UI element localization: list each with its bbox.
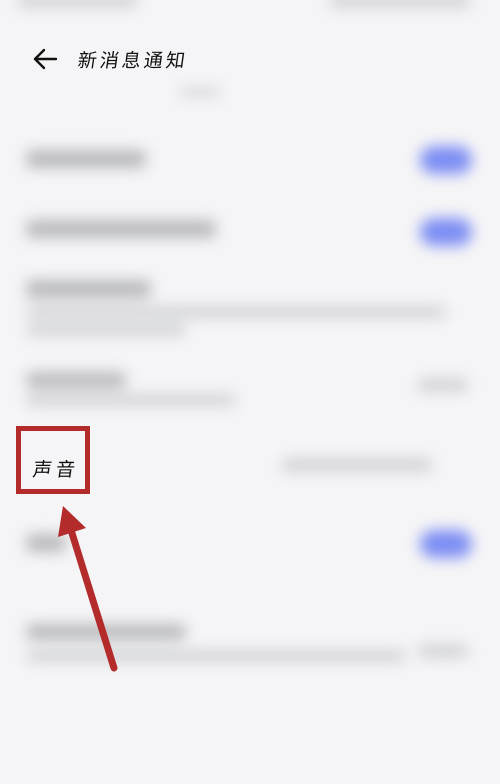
- annotation-arrow-icon: [58, 506, 118, 672]
